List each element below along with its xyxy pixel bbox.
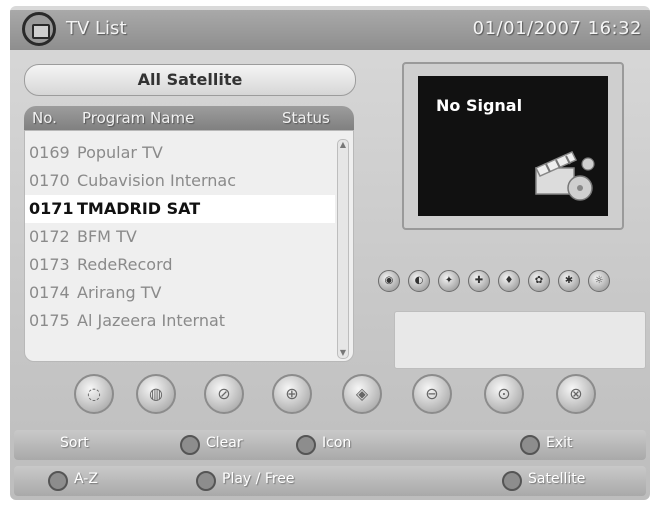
tv-icon [22, 12, 56, 46]
column-status: Status [282, 109, 330, 127]
menu-icon[interactable]: ⊙ [484, 374, 524, 414]
channel-row[interactable]: 0169 Popular TV [25, 139, 335, 167]
feature-icon[interactable]: ◐ [408, 270, 430, 292]
channel-name: BFM TV [77, 227, 137, 246]
key-bar-2: A-Z Play / Free Satellite [14, 466, 646, 496]
channel-name: Cubavision Internac [77, 171, 236, 190]
channel-number: 0174 [29, 283, 70, 302]
exit-key-label[interactable]: Exit [546, 435, 573, 451]
satellite-selector[interactable]: All Satellite [24, 64, 356, 96]
channel-name: Arirang TV [77, 283, 162, 302]
channel-number: 0170 [29, 171, 70, 190]
channel-name: TMADRID SAT [77, 199, 201, 218]
date-time: 01/01/2007 16:32 [472, 18, 642, 39]
title-bar: TV List 01/01/2007 16:32 [10, 10, 650, 50]
feature-icon[interactable]: ✚ [468, 270, 490, 292]
channel-name: RedeRecord [77, 255, 173, 274]
column-program-name: Program Name [82, 109, 195, 127]
satellite-key-label[interactable]: Satellite [528, 471, 585, 487]
channel-row[interactable]: 0170 Cubavision Internac [25, 167, 335, 195]
preview-window: No Signal [402, 62, 624, 230]
channel-number: 0175 [29, 311, 70, 330]
channel-row-selected[interactable]: 0171 TMADRID SAT [25, 195, 335, 223]
menu-icon[interactable]: ◌ [74, 374, 114, 414]
channel-number: 0169 [29, 143, 70, 162]
feature-icon-row: ◉ ◐ ✦ ✚ ♦ ✿ ✱ ☼ [378, 270, 640, 292]
icon-key-label[interactable]: Icon [322, 435, 351, 451]
page-title: TV List [66, 18, 127, 39]
channel-number: 0171 [29, 199, 74, 218]
menu-icon[interactable]: ⊖ [412, 374, 452, 414]
feature-icon[interactable]: ◉ [378, 270, 400, 292]
channel-name: Al Jazeera Internat [77, 311, 226, 330]
menu-icon[interactable]: ◈ [342, 374, 382, 414]
channel-name: Popular TV [77, 143, 163, 162]
scroll-up-icon[interactable]: ▲ [338, 140, 348, 150]
channel-number: 0173 [29, 255, 70, 274]
key-icon [296, 435, 316, 455]
channel-row[interactable]: 0174 Arirang TV [25, 279, 335, 307]
scroll-down-icon[interactable]: ▼ [338, 348, 348, 358]
exit-icon [520, 435, 540, 455]
clear-key-label[interactable]: Clear [206, 435, 243, 451]
menu-icon[interactable]: ⊘ [204, 374, 244, 414]
key-bar-1: Sort Clear Icon Exit [14, 430, 646, 460]
play-free-key-label[interactable]: Play / Free [222, 471, 295, 487]
feature-icon[interactable]: ♦ [498, 270, 520, 292]
feature-icon[interactable]: ✦ [438, 270, 460, 292]
preview-screen: No Signal [418, 76, 608, 216]
feature-icon[interactable]: ✱ [558, 270, 580, 292]
tv-list-screen: TV List 01/01/2007 16:32 All Satellite N… [10, 6, 650, 500]
color-key-icon [48, 471, 68, 491]
menu-icon[interactable]: ⊕ [272, 374, 312, 414]
no-signal-text: No Signal [436, 96, 523, 115]
feature-icon[interactable]: ✿ [528, 270, 550, 292]
feature-icon[interactable]: ☼ [588, 270, 610, 292]
channel-list: 0169 Popular TV 0170 Cubavision Internac… [24, 130, 354, 362]
channel-row[interactable]: 0173 RedeRecord [25, 251, 335, 279]
list-scrollbar[interactable]: ▲ ▼ [337, 139, 349, 359]
color-key-icon [502, 471, 522, 491]
menu-icon[interactable]: ◍ [136, 374, 176, 414]
channel-row[interactable]: 0175 Al Jazeera Internat [25, 307, 335, 335]
sort-key-label[interactable]: Sort [60, 435, 89, 451]
column-no: No. [32, 109, 57, 127]
channel-number: 0172 [29, 227, 70, 246]
menu-icon[interactable]: ⊗ [556, 374, 596, 414]
channel-info-box [394, 311, 646, 369]
clapperboard-icon [534, 151, 595, 201]
key-icon [180, 435, 200, 455]
color-key-icon [196, 471, 216, 491]
channel-row[interactable]: 0172 BFM TV [25, 223, 335, 251]
az-key-label[interactable]: A-Z [74, 471, 98, 487]
list-header: No. Program Name Status [24, 106, 354, 130]
